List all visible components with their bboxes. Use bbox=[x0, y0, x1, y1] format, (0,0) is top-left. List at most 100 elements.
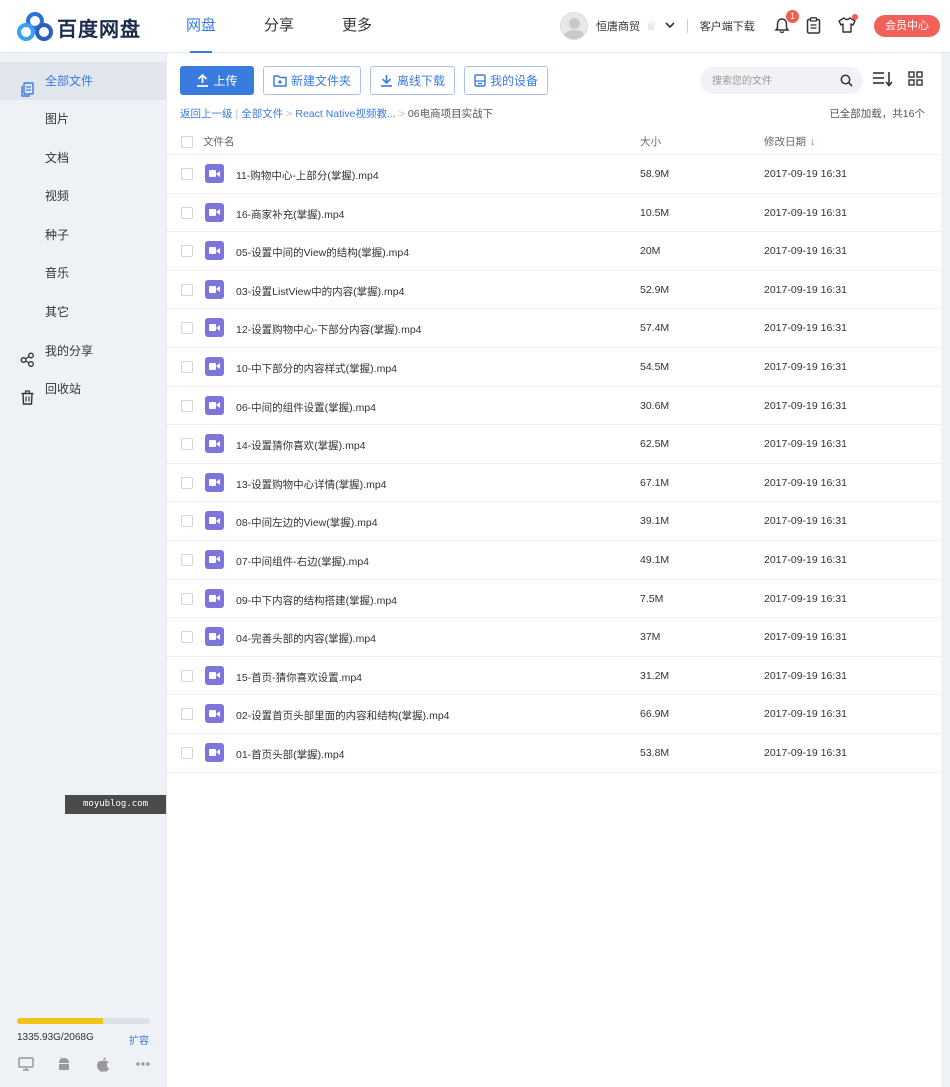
android-icon[interactable] bbox=[57, 1056, 96, 1075]
file-name[interactable]: 15-首页-猜你喜欢设置.mp4 bbox=[236, 670, 362, 685]
table-row[interactable]: 16-商家补充(掌握).mp4 10.5M 2017-09-19 16:31 bbox=[167, 194, 941, 233]
sort-desc-arrow-icon: ↓ bbox=[810, 136, 816, 148]
search-input[interactable] bbox=[712, 73, 832, 89]
sidebar-item-label: 种子 bbox=[45, 228, 70, 242]
storage-quota-text: 1335.93G/2068G bbox=[17, 1032, 94, 1043]
table-row[interactable]: 11-购物中心-上部分(掌握).mp4 58.9M 2017-09-19 16:31 bbox=[167, 155, 941, 194]
file-name[interactable]: 04-完善头部的内容(掌握).mp4 bbox=[236, 631, 376, 646]
sidebar-item-images[interactable]: 图片 bbox=[0, 100, 166, 138]
clipboard-icon[interactable] bbox=[802, 14, 824, 36]
vip-center-button[interactable]: 会员中心 bbox=[874, 15, 940, 37]
row-checkbox[interactable] bbox=[181, 438, 193, 451]
breadcrumb-back[interactable]: 返回上一级 bbox=[180, 108, 233, 120]
table-row[interactable]: 08-中间左边的View(掌握).mp4 39.1M 2017-09-19 16:3… bbox=[167, 502, 941, 541]
sort-icon[interactable] bbox=[872, 71, 894, 90]
file-name[interactable]: 16-商家补充(掌握).mp4 bbox=[236, 207, 345, 222]
sidebar-item-all-files[interactable]: 全部文件 bbox=[0, 62, 166, 100]
username[interactable]: 恒唐商贸 bbox=[596, 18, 640, 34]
file-name[interactable]: 10-中下部分的内容样式(掌握).mp4 bbox=[236, 361, 397, 376]
table-row[interactable]: 10-中下部分的内容样式(掌握).mp4 54.5M 2017-09-19 16:3… bbox=[167, 348, 941, 387]
file-name[interactable]: 14-设置猜你喜欢(掌握).mp4 bbox=[236, 438, 366, 453]
nav-share[interactable]: 分享 bbox=[264, 0, 294, 53]
row-checkbox[interactable] bbox=[181, 515, 193, 528]
chevron-down-icon[interactable] bbox=[665, 21, 675, 32]
watermark: moyublog.com bbox=[65, 795, 166, 814]
video-file-icon bbox=[205, 434, 224, 454]
file-name[interactable]: 06-中间的组件设置(掌握).mp4 bbox=[236, 400, 376, 415]
table-row[interactable]: 04-完善头部的内容(掌握).mp4 37M 2017-09-19 16:31 bbox=[167, 618, 941, 657]
table-row[interactable]: 01-首页头部(掌握).mp4 53.8M 2017-09-19 16:31 bbox=[167, 734, 941, 773]
notification-badge: 1 bbox=[786, 10, 799, 23]
video-file-icon bbox=[205, 549, 224, 569]
sidebar-item-torrents[interactable]: 种子 bbox=[0, 216, 166, 254]
row-checkbox[interactable] bbox=[181, 476, 193, 489]
table-row[interactable]: 15-首页-猜你喜欢设置.mp4 31.2M 2017-09-19 16:31 bbox=[167, 657, 941, 696]
file-name[interactable]: 02-设置首页头部里面的内容和结构(掌握).mp4 bbox=[236, 708, 450, 723]
column-header-name[interactable]: 文件名 bbox=[203, 134, 235, 149]
file-name[interactable]: 12-设置购物中心-下部分内容(掌握).mp4 bbox=[236, 322, 422, 337]
file-name[interactable]: 08-中间左边的View(掌握).mp4 bbox=[236, 515, 378, 530]
table-row[interactable]: 09-中下内容的结构搭建(掌握).mp4 7.5M 2017-09-19 16:31 bbox=[167, 580, 941, 619]
sidebar-item-my-shares[interactable]: 我的分享 bbox=[0, 332, 166, 370]
row-checkbox[interactable] bbox=[181, 283, 193, 296]
video-file-icon bbox=[205, 164, 224, 183]
row-checkbox[interactable] bbox=[181, 168, 193, 180]
file-name[interactable]: 13-设置购物中心详情(掌握).mp4 bbox=[236, 477, 387, 492]
table-row[interactable]: 12-设置购物中心-下部分内容(掌握).mp4 57.4M 2017-09-19 1… bbox=[167, 309, 941, 348]
video-file-icon bbox=[205, 279, 224, 299]
column-header-size[interactable]: 大小 bbox=[640, 134, 661, 149]
client-download-link[interactable]: 客户端下载 bbox=[700, 18, 755, 34]
row-checkbox[interactable] bbox=[181, 399, 193, 412]
table-row[interactable]: 02-设置首页头部里面的内容和结构(掌握).mp4 66.9M 2017-09-19… bbox=[167, 695, 941, 734]
desktop-icon[interactable] bbox=[18, 1057, 57, 1075]
nav-more[interactable]: 更多 bbox=[342, 0, 372, 53]
apple-icon[interactable] bbox=[96, 1057, 135, 1075]
sidebar-item-music[interactable]: 音乐 bbox=[0, 254, 166, 292]
breadcrumb-root[interactable]: 全部文件 bbox=[241, 108, 283, 120]
offline-download-button[interactable]: 离线下载 bbox=[370, 66, 456, 95]
file-date: 2017-09-19 16:31 bbox=[764, 399, 847, 412]
table-row[interactable]: 14-设置猜你喜欢(掌握).mp4 62.5M 2017-09-19 16:31 bbox=[167, 425, 941, 464]
sidebar-item-documents[interactable]: 文档 bbox=[0, 139, 166, 177]
expand-storage-link[interactable]: 扩容 bbox=[129, 1032, 149, 1047]
row-checkbox[interactable] bbox=[181, 592, 193, 605]
sidebar-item-label: 图片 bbox=[45, 112, 70, 126]
table-row[interactable]: 05-设置中间的View的结构(掌握).mp4 20M 2017-09-19 16:… bbox=[167, 232, 941, 271]
tshirt-skin-icon[interactable] bbox=[836, 14, 858, 36]
file-name[interactable]: 01-首页头部(掌握).mp4 bbox=[236, 747, 345, 762]
file-name[interactable]: 11-购物中心-上部分(掌握).mp4 bbox=[236, 168, 379, 183]
table-row[interactable]: 03-设置ListView中的内容(掌握).mp4 52.9M 2017-09-19… bbox=[167, 271, 941, 310]
sidebar-item-videos[interactable]: 视频 bbox=[0, 177, 166, 215]
file-name[interactable]: 05-设置中间的View的结构(掌握).mp4 bbox=[236, 245, 409, 260]
notification-bell-icon[interactable]: 1 bbox=[771, 10, 799, 36]
row-checkbox[interactable] bbox=[181, 553, 193, 566]
grid-view-icon[interactable] bbox=[908, 71, 923, 90]
select-all-checkbox[interactable] bbox=[181, 136, 193, 148]
sidebar-item-recycle-bin[interactable]: 回收站 bbox=[0, 370, 166, 408]
table-row[interactable]: 06-中间的组件设置(掌握).mp4 30.6M 2017-09-19 16:31 bbox=[167, 387, 941, 426]
file-name[interactable]: 07-中间组件-右边(掌握).mp4 bbox=[236, 554, 369, 569]
search-icon[interactable] bbox=[840, 74, 853, 90]
my-devices-button[interactable]: 我的设备 bbox=[464, 66, 549, 95]
baidu-netdisk-logo[interactable]: 百度网盘 bbox=[16, 11, 141, 43]
row-checkbox[interactable] bbox=[181, 322, 193, 335]
nav-netdisk[interactable]: 网盘 bbox=[186, 0, 216, 53]
table-row[interactable]: 13-设置购物中心详情(掌握).mp4 67.1M 2017-09-19 16:31 bbox=[167, 464, 941, 503]
file-name[interactable]: 09-中下内容的结构搭建(掌握).mp4 bbox=[236, 593, 397, 608]
column-header-date[interactable]: 修改日期 ↓ bbox=[764, 134, 815, 149]
avatar[interactable] bbox=[560, 12, 588, 40]
new-folder-button[interactable]: 新建文件夹 bbox=[263, 66, 362, 95]
file-name[interactable]: 03-设置ListView中的内容(掌握).mp4 bbox=[236, 284, 404, 299]
upload-button[interactable]: 上传 bbox=[180, 66, 254, 95]
row-checkbox[interactable] bbox=[181, 206, 193, 219]
row-checkbox[interactable] bbox=[181, 245, 193, 258]
row-checkbox[interactable] bbox=[181, 746, 193, 759]
row-checkbox[interactable] bbox=[181, 669, 193, 682]
table-row[interactable]: 07-中间组件-右边(掌握).mp4 49.1M 2017-09-19 16:31 bbox=[167, 541, 941, 580]
sidebar-item-label: 文档 bbox=[45, 151, 70, 165]
breadcrumb-parent[interactable]: React Native视频教... bbox=[295, 108, 395, 120]
row-checkbox[interactable] bbox=[181, 708, 193, 721]
sidebar-item-other[interactable]: 其它 bbox=[0, 293, 166, 331]
row-checkbox[interactable] bbox=[181, 631, 193, 644]
row-checkbox[interactable] bbox=[181, 360, 193, 373]
